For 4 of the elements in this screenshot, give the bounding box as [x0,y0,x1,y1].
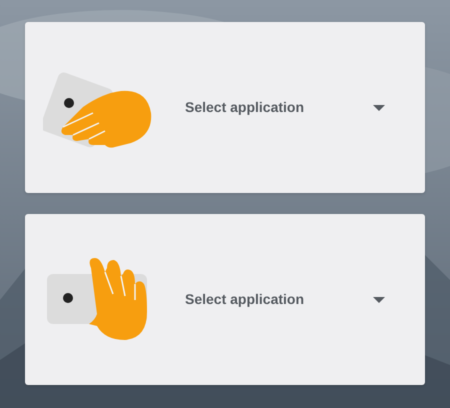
application-dropdown[interactable]: Select application [185,88,385,128]
caret-icon [373,104,385,110]
application-dropdown[interactable]: Select application [185,280,385,320]
caret-icon [373,296,385,302]
